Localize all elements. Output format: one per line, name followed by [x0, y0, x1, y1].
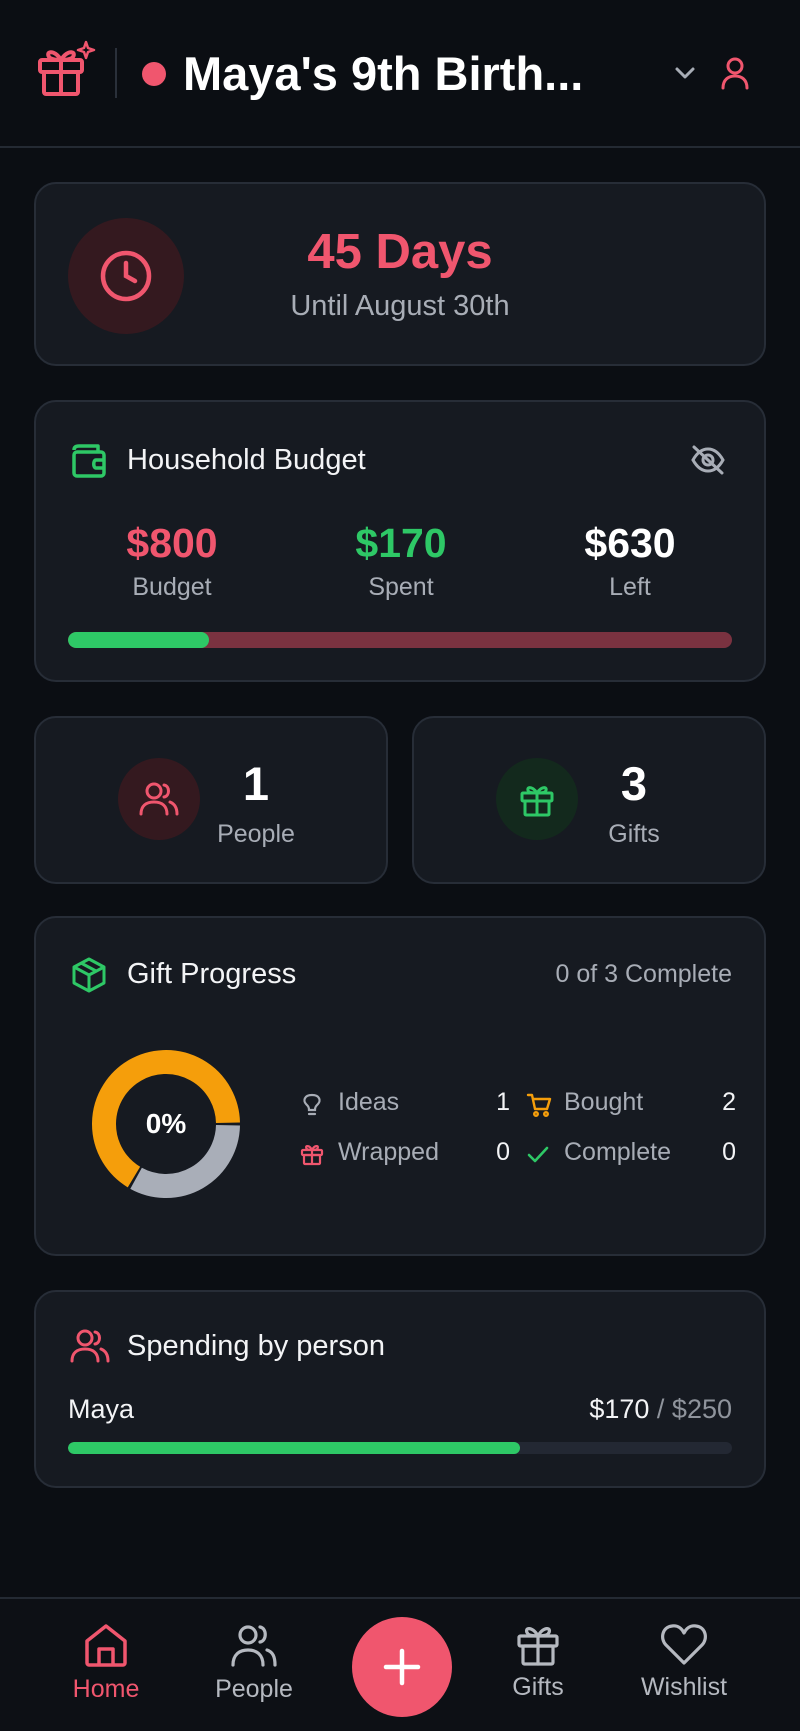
- legend-name: Bought: [564, 1088, 644, 1116]
- legend-value: 0: [722, 1138, 736, 1166]
- gift-progress-title: Gift Progress: [127, 958, 297, 990]
- budget-label: Budget: [132, 573, 212, 601]
- nav-gifts[interactable]: Gifts: [468, 1621, 608, 1702]
- header-divider: [115, 48, 117, 98]
- left-stat: $630 Left: [510, 520, 750, 602]
- users-icon: [70, 1329, 110, 1363]
- lightbulb-icon: [303, 1093, 321, 1116]
- countdown-days: 45 Days: [307, 225, 493, 279]
- event-color-dot: [142, 62, 166, 86]
- spending-by-person-card: Spending by person Maya $170 / $250: [34, 1290, 766, 1488]
- gift-progress-summary: 0 of 3 Complete: [555, 960, 733, 988]
- app-header: Maya's 9th Birth...: [0, 0, 800, 148]
- spent-stat: $170 Spent: [281, 520, 521, 602]
- user-icon[interactable]: [720, 56, 750, 90]
- person-name[interactable]: Maya: [68, 1394, 134, 1425]
- legend-value: 0: [496, 1138, 510, 1166]
- gift-sparkle-logo-icon: [36, 38, 98, 100]
- bottom-navigation: Home People Gifts Wishlist: [0, 1597, 800, 1731]
- cart-icon: [526, 1093, 552, 1118]
- spending-title: Spending by person: [127, 1330, 385, 1362]
- chevron-down-icon[interactable]: [672, 60, 698, 86]
- home-icon: [85, 1624, 127, 1667]
- legend-ideas: Ideas 1: [300, 1086, 510, 1120]
- nav-people[interactable]: People: [184, 1621, 324, 1704]
- person-spending-bar: [68, 1442, 732, 1454]
- legend-wrapped: Wrapped 0: [300, 1136, 510, 1170]
- legend-value: 1: [496, 1088, 510, 1116]
- budget-stat: $800 Budget: [52, 520, 292, 602]
- spent-label: Spent: [368, 573, 434, 601]
- people-count-card[interactable]: 1 People: [34, 716, 388, 884]
- nav-home-label: Home: [72, 1675, 140, 1703]
- countdown-date: Until August 30th: [290, 290, 510, 322]
- nav-wishlist-label: Wishlist: [640, 1673, 728, 1701]
- people-icon-badge: [118, 758, 200, 840]
- legend-value: 2: [722, 1088, 736, 1116]
- legend-complete: Complete 0: [526, 1136, 736, 1170]
- gifts-label: Gifts: [608, 820, 660, 848]
- legend-name: Wrapped: [338, 1138, 439, 1166]
- legend-name: Complete: [564, 1138, 671, 1166]
- person-spent: $170: [589, 1394, 650, 1424]
- gifts-count-card[interactable]: 3 Gifts: [412, 716, 766, 884]
- plus-icon: [383, 1648, 421, 1686]
- gifts-icon-badge: [496, 758, 578, 840]
- legend-bought: Bought 2: [526, 1086, 736, 1120]
- users-icon: [231, 1625, 277, 1667]
- nav-home[interactable]: Home: [36, 1621, 176, 1704]
- countdown-card: 45 Days Until August 30th: [34, 182, 766, 366]
- wallet-icon: [72, 444, 106, 478]
- add-button[interactable]: [352, 1617, 452, 1717]
- gift-progress-card: Gift Progress 0 of 3 Complete 0% Ideas 1…: [34, 916, 766, 1256]
- heart-icon: [661, 1624, 707, 1665]
- users-icon: [139, 782, 179, 816]
- budget-title: Household Budget: [127, 444, 366, 476]
- left-label: Left: [609, 573, 651, 601]
- household-budget-card: Household Budget $800 Budget $170 Spent …: [34, 400, 766, 682]
- person-spending-fill: [68, 1442, 520, 1454]
- eye-off-icon[interactable]: [690, 444, 726, 476]
- budget-progress-bar: [68, 632, 732, 648]
- nav-wishlist[interactable]: Wishlist: [614, 1621, 754, 1702]
- gift-progress-percent: 0%: [145, 1108, 187, 1139]
- people-count: 1: [242, 757, 270, 810]
- budget-progress-fill: [68, 632, 210, 648]
- gift-icon: [300, 1145, 324, 1166]
- legend-name: Ideas: [338, 1088, 400, 1116]
- person-spending-amount: $170 / $250: [589, 1394, 732, 1425]
- people-label: People: [217, 820, 295, 848]
- event-title[interactable]: Maya's 9th Birth...: [183, 44, 643, 104]
- gift-icon: [517, 1627, 559, 1666]
- person-limit: $250: [671, 1394, 732, 1424]
- budget-value: $800: [126, 520, 218, 566]
- nav-people-label: People: [215, 1675, 293, 1703]
- spent-value: $170: [355, 520, 447, 566]
- gift-icon: [520, 786, 554, 817]
- package-icon: [72, 957, 106, 993]
- gifts-count: 3: [620, 757, 648, 810]
- check-icon: [527, 1146, 549, 1163]
- nav-gifts-label: Gifts: [512, 1673, 564, 1701]
- person-amount-separator: /: [649, 1394, 672, 1424]
- left-value: $630: [584, 520, 676, 566]
